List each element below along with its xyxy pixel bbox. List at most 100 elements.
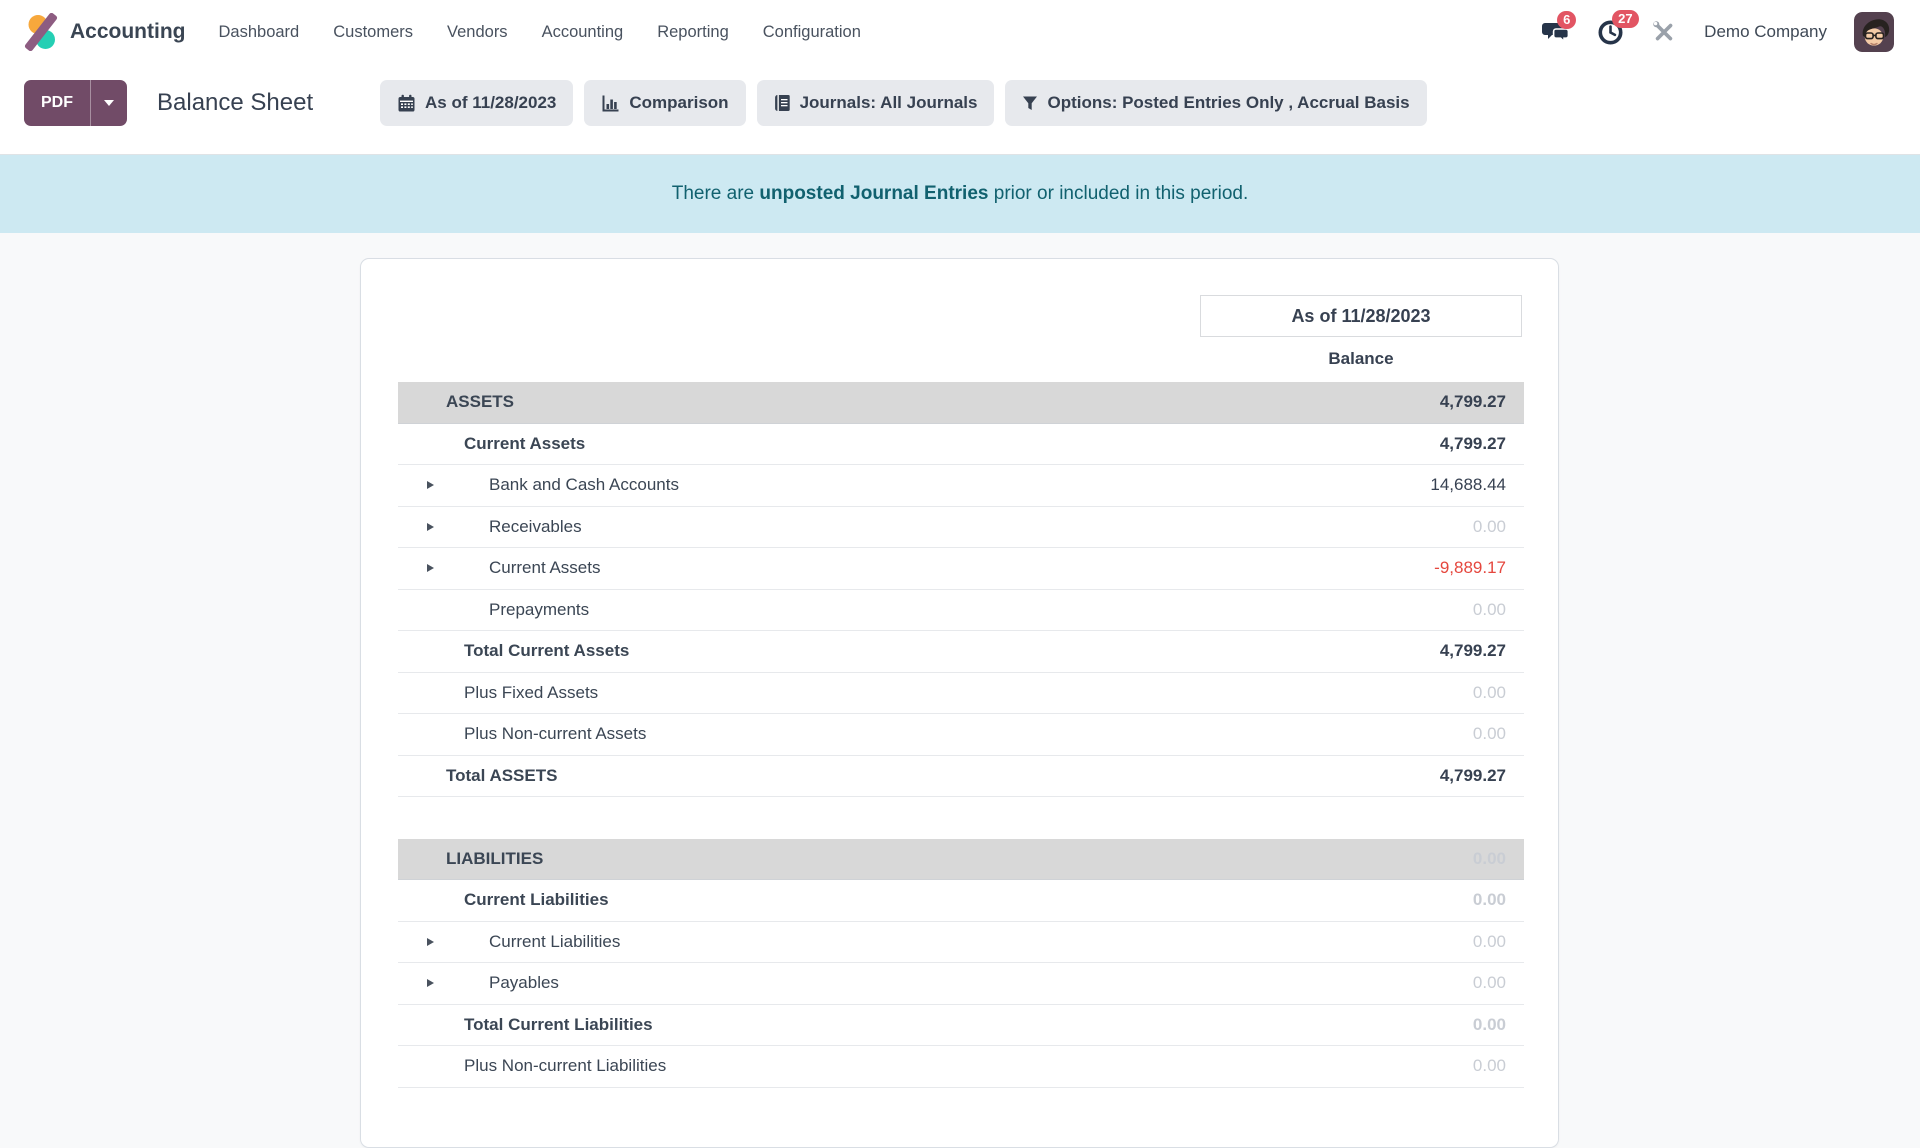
row-label: LIABILITIES <box>446 849 543 869</box>
table-row: Total Current Liabilities 0.00 <box>398 1005 1524 1047</box>
navbar: Accounting Dashboard Customers Vendors A… <box>0 0 1920 64</box>
date-filter-label: As of 11/28/2023 <box>425 93 556 113</box>
journal-icon <box>774 94 791 113</box>
expand-caret-icon[interactable] <box>427 979 434 987</box>
navbar-right: 6 27 Demo Compan <box>1542 12 1894 52</box>
table-row: Current Assets 4,799.27 <box>398 424 1524 466</box>
app-name[interactable]: Accounting <box>70 20 186 44</box>
menu-item-dashboard[interactable]: Dashboard <box>219 23 300 42</box>
row-label: Plus Non-current Liabilities <box>464 1056 666 1076</box>
debug-tools-button[interactable] <box>1651 19 1677 45</box>
table-row[interactable]: Current Liabilities 0.00 <box>398 922 1524 964</box>
report-toolbar: PDF Balance Sheet As of 11/28/2023 <box>24 80 1896 126</box>
row-value: 0.00 <box>1473 932 1524 952</box>
row-label: Total ASSETS <box>446 766 557 786</box>
alert-unposted-link[interactable]: unposted Journal Entries <box>759 183 988 204</box>
row-value: 4,799.27 <box>1440 766 1524 786</box>
row-label: Prepayments <box>489 600 589 620</box>
company-switcher[interactable]: Demo Company <box>1704 22 1827 42</box>
date-filter-button[interactable]: As of 11/28/2023 <box>380 80 573 126</box>
calendar-icon <box>397 94 416 113</box>
table-row[interactable]: Bank and Cash Accounts 14,688.44 <box>398 465 1524 507</box>
table-row: ASSETS 4,799.27 <box>398 382 1524 424</box>
row-value: 0.00 <box>1473 1015 1524 1035</box>
page-title: Balance Sheet <box>157 89 313 117</box>
expand-caret-icon[interactable] <box>427 481 434 489</box>
comparison-filter-button[interactable]: Comparison <box>584 80 745 126</box>
row-value: -9,889.17 <box>1434 558 1524 578</box>
unposted-entries-alert: There are unposted Journal Entries prior… <box>0 154 1920 233</box>
report-table: ASSETS 4,799.27 Current Assets 4,799.27 Bank… <box>398 382 1524 1088</box>
comparison-filter-label: Comparison <box>629 93 728 113</box>
main-content: As of 11/28/2023 Balance ASSETS4,799.27C… <box>0 233 1920 1080</box>
user-avatar[interactable] <box>1854 12 1894 52</box>
row-value: 14,688.44 <box>1430 475 1524 495</box>
table-spacer <box>398 797 1524 839</box>
row-value: 0.00 <box>1473 849 1524 869</box>
row-value: 0.00 <box>1473 890 1524 910</box>
messages-badge: 6 <box>1557 11 1576 29</box>
row-value: 0.00 <box>1473 973 1524 993</box>
alert-text-suffix: prior or included in this period. <box>988 183 1248 204</box>
table-row: Plus Fixed Assets0.00 <box>398 673 1524 715</box>
row-value: 0.00 <box>1473 600 1524 620</box>
options-filter-button[interactable]: Options: Posted Entries Only , Accrual B… <box>1005 80 1426 126</box>
activities-button[interactable]: 27 <box>1597 19 1624 46</box>
messages-button[interactable]: 6 <box>1542 20 1570 44</box>
row-label: Plus Non-current Assets <box>464 724 646 744</box>
row-value: 4,799.27 <box>1440 641 1524 661</box>
activities-badge: 27 <box>1612 10 1638 28</box>
row-label: Current Assets <box>464 434 585 454</box>
row-label: Total Current Assets <box>464 641 629 661</box>
row-value: 4,799.27 <box>1440 434 1524 454</box>
menu-item-reporting[interactable]: Reporting <box>657 23 729 42</box>
row-value: 0.00 <box>1473 517 1524 537</box>
column-header-date: As of 11/28/2023 <box>1200 295 1522 337</box>
bar-chart-icon <box>601 94 620 113</box>
row-value: 4,799.27 <box>1440 392 1524 412</box>
row-label: Current Liabilities <box>489 932 620 952</box>
alert-text-prefix: There are <box>672 183 760 204</box>
expand-caret-icon[interactable] <box>427 523 434 531</box>
options-filter-label: Options: Posted Entries Only , Accrual B… <box>1047 93 1409 113</box>
journals-filter-label: Journals: All Journals <box>800 93 978 113</box>
column-subheader-balance: Balance <box>1200 349 1522 369</box>
row-label: Payables <box>489 973 559 993</box>
main-menu: Dashboard Customers Vendors Accounting R… <box>219 23 861 42</box>
table-row: Total ASSETS 4,799.27 <box>398 756 1524 798</box>
row-label: Current Liabilities <box>464 890 609 910</box>
filter-icon <box>1022 95 1038 112</box>
table-row[interactable]: Payables 0.00 <box>398 963 1524 1005</box>
expand-caret-icon[interactable] <box>427 564 434 572</box>
chevron-down-icon <box>104 100 114 106</box>
row-label: Total Current Liabilities <box>464 1015 653 1035</box>
menu-item-accounting[interactable]: Accounting <box>542 23 624 42</box>
row-label: Bank and Cash Accounts <box>489 475 679 495</box>
table-row: Current Liabilities 0.00 <box>398 880 1524 922</box>
table-row: LIABILITIES 0.00 <box>398 839 1524 881</box>
table-row: Plus Non-current Liabilities 0.00 <box>398 1046 1524 1088</box>
tools-icon <box>1651 19 1677 45</box>
row-label: Receivables <box>489 517 582 537</box>
table-row: Plus Non-current Assets 0.00 <box>398 714 1524 756</box>
pdf-dropdown-toggle[interactable] <box>91 80 127 126</box>
pdf-split-button: PDF <box>24 80 127 126</box>
table-row: Prepayments 0.00 <box>398 590 1524 632</box>
table-row: Total Current Assets 4,799.27 <box>398 631 1524 673</box>
pdf-export-button[interactable]: PDF <box>24 80 91 126</box>
row-value: 0.00 <box>1473 1056 1524 1076</box>
report-card: As of 11/28/2023 Balance ASSETS4,799.27C… <box>360 258 1559 1148</box>
table-row[interactable]: Current Assets -9,889.17 <box>398 548 1524 590</box>
table-row[interactable]: Receivables 0.00 <box>398 507 1524 549</box>
journals-filter-button[interactable]: Journals: All Journals <box>757 80 995 126</box>
alert-text: There are unposted Journal Entries prior… <box>672 183 1249 205</box>
expand-caret-icon[interactable] <box>427 938 434 946</box>
accounting-app-icon[interactable] <box>22 13 60 51</box>
menu-item-customers[interactable]: Customers <box>333 23 413 42</box>
row-value: 0.00 <box>1473 724 1524 744</box>
menu-item-vendors[interactable]: Vendors <box>447 23 508 42</box>
row-label: Current Assets <box>489 558 601 578</box>
row-label: ASSETS <box>446 392 514 412</box>
menu-item-configuration[interactable]: Configuration <box>763 23 861 42</box>
row-value: 0.00 <box>1473 683 1524 703</box>
